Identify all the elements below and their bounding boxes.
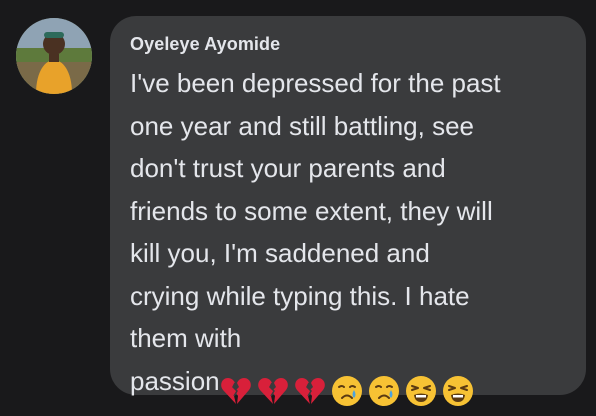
comment-text-line: don't trust your parents and [130,153,446,183]
comment-author-name[interactable]: Oyeleye Ayomide [130,34,280,55]
avatar[interactable] [16,18,92,94]
broken-heart-icon [220,375,252,407]
comment-text-line: passion [130,365,220,396]
comment-text-line: them with [130,323,242,353]
crying-face-icon [331,375,363,407]
comment-text-line: one year and still battling, see [130,110,474,141]
comment-text-line: friends to some extent, they will [130,195,493,226]
avatar-photo [16,18,92,94]
comment-text-last-line: passion [130,360,576,411]
crying-face-icon [368,375,400,407]
broken-heart-icon [294,375,326,407]
broken-heart-icon [257,375,289,407]
comment-text-line: kill you, I'm saddened and [130,238,430,268]
comment-thread: Oyeleye Ayomide I've been depressed for … [0,0,596,416]
comment-text-line: I've been depressed for the past [130,68,501,98]
weary-face-icon [442,375,474,407]
comment-text: I've been depressed for the past one yea… [130,62,576,410]
comment-text-line: crying while typing this. I hate [130,280,470,311]
emoji-row [220,368,479,411]
weary-face-icon [405,375,437,407]
comment-bubble: Oyeleye Ayomide I've been depressed for … [110,16,586,406]
